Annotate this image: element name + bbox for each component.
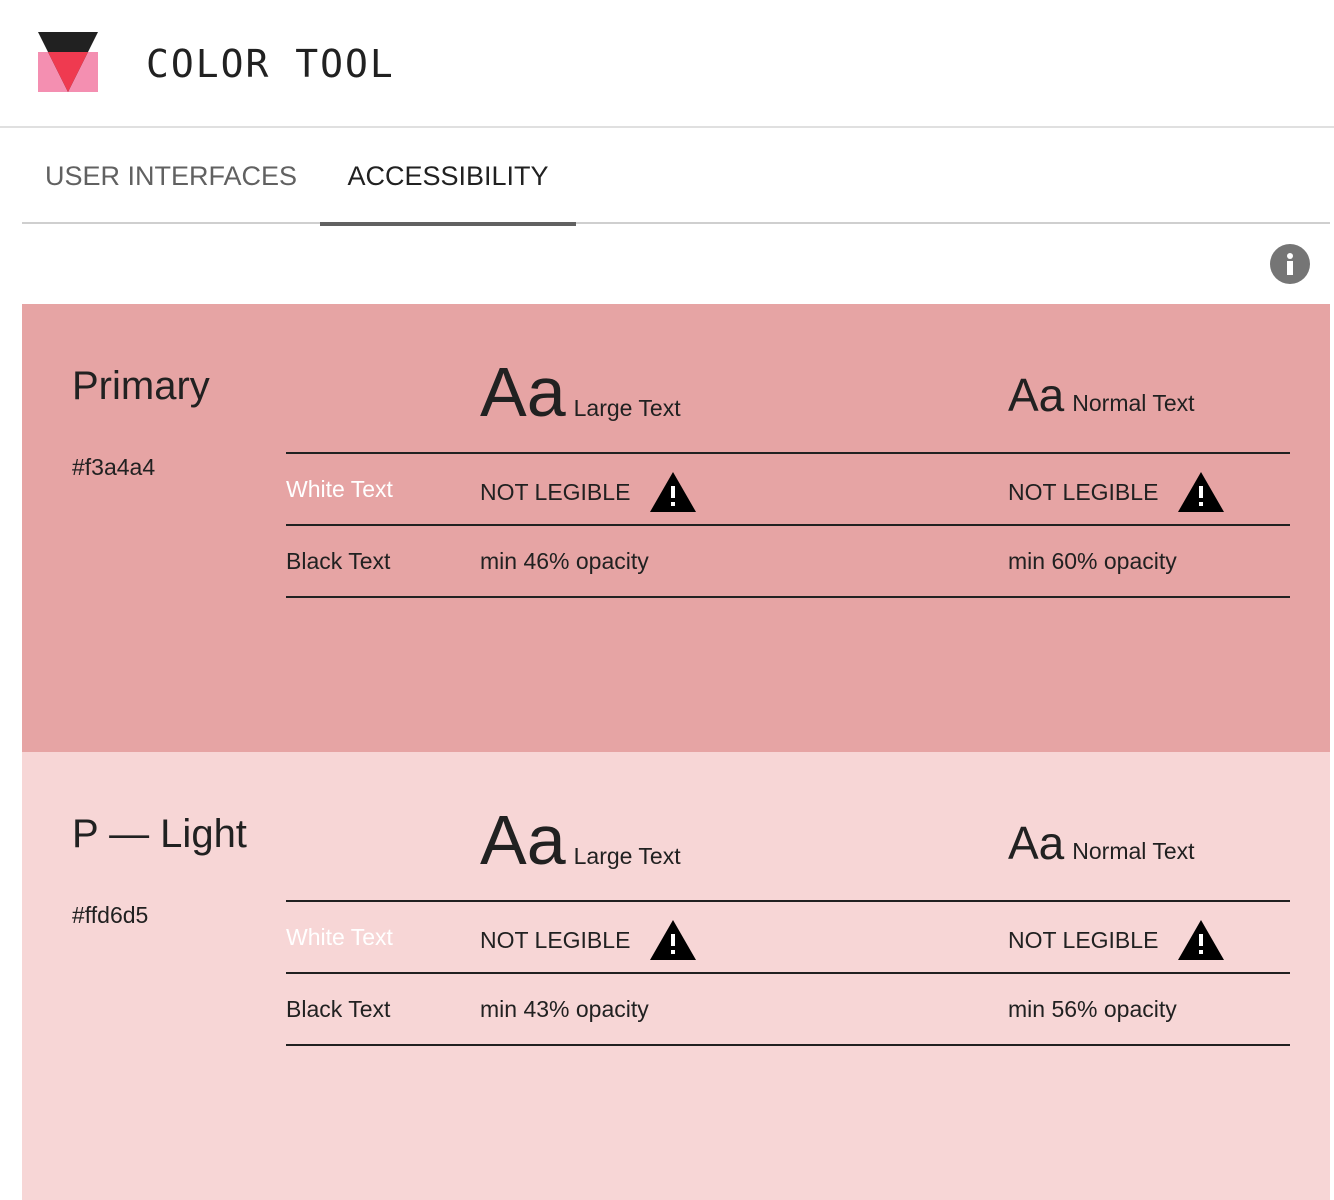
divider <box>286 972 1290 974</box>
tab-accessibility-label: ACCESSIBILITY <box>347 161 549 191</box>
black-large-result: min 43% opacity <box>480 996 649 1022</box>
swatch-hex: #f3a4a4 <box>72 454 156 480</box>
normal-text-header: Aa Normal Text <box>1008 816 1195 870</box>
divider <box>286 596 1290 598</box>
divider <box>286 1044 1290 1046</box>
warning-icon <box>1178 472 1225 512</box>
normal-text-header: Aa Normal Text <box>1008 368 1195 422</box>
normal-text-label: Normal Text <box>1072 838 1195 864</box>
info-icon <box>1287 253 1293 275</box>
legibility-status: NOT LEGIBLE <box>480 926 631 953</box>
white-text-row-label: White Text <box>286 476 393 502</box>
swatch-primary-light: P — Light #ffd6d5 Aa Large Text Aa Normal … <box>22 752 1330 1200</box>
warning-icon <box>650 920 697 960</box>
swatch-primary: Primary #f3a4a4 Aa Large Text Aa Normal Te… <box>22 304 1330 752</box>
black-normal-result: min 56% opacity <box>1008 996 1177 1022</box>
legibility-status: NOT LEGIBLE <box>1008 478 1159 505</box>
active-tab-indicator <box>320 222 576 226</box>
swatch-hex: #ffd6d5 <box>72 902 149 928</box>
swatch-name: Primary <box>72 364 210 408</box>
large-text-label: Large Text <box>573 395 681 421</box>
warning-icon <box>1178 920 1225 960</box>
app-title: COLOR TOOL <box>146 42 395 86</box>
black-text-row-label: Black Text <box>286 996 391 1022</box>
white-text-row-label: White Text <box>286 924 393 950</box>
divider <box>286 452 1290 454</box>
swatch-name: P — Light <box>72 812 247 856</box>
black-normal-result: min 60% opacity <box>1008 548 1177 574</box>
divider <box>286 900 1290 902</box>
legibility-status: NOT LEGIBLE <box>1008 926 1159 953</box>
tab-accessibility[interactable]: ACCESSIBILITY <box>320 128 576 226</box>
large-aa-sample: Aa <box>480 801 566 879</box>
normal-aa-sample: Aa <box>1008 369 1065 421</box>
tab-user-interfaces[interactable]: USER INTERFACES <box>22 128 320 224</box>
normal-aa-sample: Aa <box>1008 817 1065 869</box>
warning-icon <box>650 472 697 512</box>
white-normal-result: NOT LEGIBLE <box>1008 920 1225 960</box>
normal-text-label: Normal Text <box>1072 390 1195 416</box>
white-normal-result: NOT LEGIBLE <box>1008 472 1225 512</box>
large-text-header: Aa Large Text <box>480 352 681 432</box>
app-header: COLOR TOOL <box>0 0 1334 128</box>
large-text-label: Large Text <box>573 843 681 869</box>
white-large-result: NOT LEGIBLE <box>480 920 697 960</box>
black-text-row-label: Black Text <box>286 548 391 574</box>
legibility-status: NOT LEGIBLE <box>480 478 631 505</box>
info-button[interactable] <box>1270 244 1310 284</box>
black-large-result: min 46% opacity <box>480 548 649 574</box>
tab-bar: USER INTERFACES ACCESSIBILITY <box>22 128 1330 226</box>
large-aa-sample: Aa <box>480 353 566 431</box>
large-text-header: Aa Large Text <box>480 800 681 880</box>
white-large-result: NOT LEGIBLE <box>480 472 697 512</box>
color-tool-logo <box>38 32 98 92</box>
divider <box>286 524 1290 526</box>
